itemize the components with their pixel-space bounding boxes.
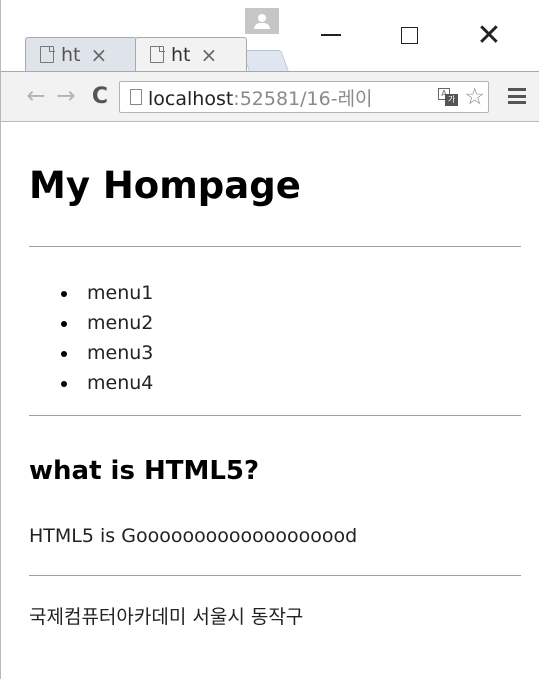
tab-2[interactable]: ht × (135, 37, 247, 71)
forward-arrow-icon[interactable]: → (53, 81, 79, 111)
maximize-button[interactable] (389, 17, 429, 53)
new-tab-button[interactable] (241, 50, 289, 71)
section-body: HTML5 is Gooooooooooooooooood (29, 525, 358, 547)
tab-1-label: ht (61, 43, 81, 66)
browser-toolbar: ← → C localhost:52581/16-레이 A가 ☆ (1, 71, 539, 122)
tab-1[interactable]: ht × (25, 37, 137, 71)
list-item: menu1 (59, 278, 153, 308)
profile-icon[interactable] (245, 8, 279, 34)
page-icon (130, 89, 142, 105)
footer-text: 국제컴퓨터아카데미 서울시 동작구 (29, 606, 304, 628)
list-item: menu4 (59, 368, 153, 398)
translate-icon[interactable]: A가 (438, 88, 458, 106)
url-text: localhost:52581/16-레이 (148, 84, 373, 111)
url-path: :52581/16-레이 (233, 87, 373, 110)
divider (29, 575, 521, 576)
page-title: My Hompage (29, 164, 301, 207)
page-icon (40, 45, 55, 63)
divider (29, 415, 521, 416)
list-item: menu2 (59, 308, 153, 338)
tab-2-label: ht (171, 43, 191, 66)
browser-window: ht × ht × ✕ ← → C localhost:52581/16-레이 … (0, 0, 539, 679)
star-icon[interactable]: ☆ (464, 84, 485, 110)
back-arrow-icon[interactable]: ← (23, 81, 49, 111)
page-icon (150, 45, 165, 63)
title-bar: ht × ht × ✕ (1, 0, 539, 72)
list-item: menu3 (59, 338, 153, 368)
address-bar[interactable]: localhost:52581/16-레이 A가 ☆ (119, 81, 489, 113)
section-title: what is HTML5? (29, 456, 260, 486)
menu-icon[interactable] (508, 86, 526, 106)
minimize-icon (321, 34, 341, 36)
tab-2-close-icon[interactable]: × (201, 43, 218, 67)
tab-1-close-icon[interactable]: × (91, 43, 108, 67)
maximize-icon (400, 26, 418, 44)
minimize-button[interactable] (311, 17, 351, 53)
close-button[interactable]: ✕ (469, 17, 509, 53)
divider (29, 246, 521, 247)
url-host: localhost (148, 87, 234, 110)
reload-icon[interactable]: C (87, 81, 113, 111)
menu-list: menu1 menu2 menu3 menu4 (59, 278, 153, 398)
